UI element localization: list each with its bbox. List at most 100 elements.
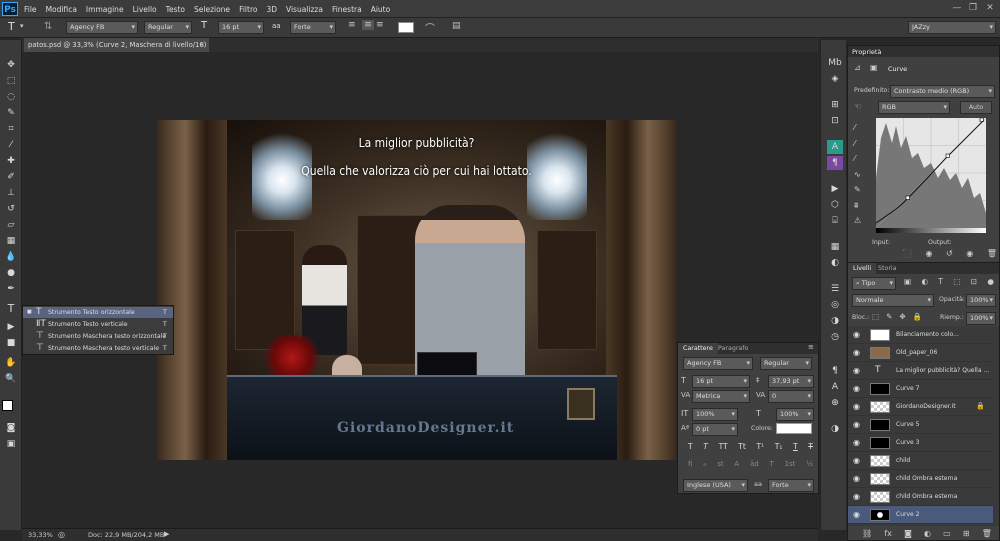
char-hscale-field[interactable]: 100% <box>776 408 814 421</box>
adjustments-icon[interactable]: ◑ <box>827 422 843 436</box>
gradient-tool-icon[interactable]: ▦ <box>3 234 19 248</box>
eye-icon[interactable]: ◉ <box>853 474 860 483</box>
ordinals-button[interactable]: 1st <box>785 460 796 468</box>
new-layer-icon[interactable]: ⊞ <box>963 529 970 538</box>
menu-modifica[interactable]: Modifica <box>46 5 77 14</box>
all-caps-button[interactable]: TT <box>719 442 728 451</box>
auto-button[interactable]: Auto <box>960 101 992 114</box>
layer-row[interactable]: ◉ child Ombra esterna <box>848 488 993 506</box>
faux-bold-button[interactable]: T <box>688 442 693 451</box>
antialias-select[interactable]: Forte <box>290 21 336 34</box>
char-leading-select[interactable]: 37,93 pt <box>768 375 814 388</box>
menu-filtro[interactable]: Filtro <box>239 5 257 14</box>
screen-mode-icon[interactable]: ▣ <box>3 437 19 451</box>
small-caps-button[interactable]: Tt <box>738 442 746 451</box>
view-previous-icon[interactable]: ◉ <box>926 249 933 258</box>
char-font-family-select[interactable]: Agency FB <box>683 357 753 370</box>
stylistic-alternates-button[interactable]: ād <box>750 460 759 468</box>
layer-row[interactable]: ◉ Curve 7 <box>848 380 993 398</box>
status-info-icon[interactable]: ◎ <box>58 530 65 539</box>
menu-testo[interactable]: Testo <box>166 5 185 14</box>
align-center-icon[interactable]: ≡ <box>362 20 374 30</box>
filter-shape-icon[interactable]: ⬚ <box>953 277 960 286</box>
lock-position-icon[interactable]: ✥ <box>899 312 905 321</box>
eye-icon[interactable]: ◉ <box>853 402 860 411</box>
panels-toggle-icon[interactable]: ▤ <box>452 21 461 31</box>
brush-tool-icon[interactable]: ✐ <box>3 170 19 184</box>
crop-tool-icon[interactable]: ⌗ <box>3 122 19 136</box>
eye-icon[interactable]: ◉ <box>853 510 860 519</box>
subscript-button[interactable]: T₁ <box>775 442 783 451</box>
channels-icon[interactable]: ◎ <box>827 298 843 312</box>
maximize-icon[interactable]: ❐ <box>966 1 980 15</box>
titling-alternates-button[interactable]: T <box>770 460 774 468</box>
font-family-select[interactable]: Agency FB <box>66 21 138 34</box>
move-tool-icon[interactable]: ✥ <box>3 58 19 72</box>
char-size-select[interactable]: 16 pt <box>692 375 750 388</box>
tab-livelli[interactable]: Livelli <box>848 263 877 274</box>
eye-icon[interactable]: ◉ <box>853 492 860 501</box>
tool-presets-icon[interactable]: ⊕ <box>827 396 843 410</box>
lasso-tool-icon[interactable]: ◌ <box>3 90 19 104</box>
zoom-tool-icon[interactable]: 🔍 <box>3 372 19 386</box>
color-icon[interactable]: ◐ <box>827 256 843 270</box>
tab-storia[interactable]: Storia <box>878 265 897 272</box>
foreground-color-swatch[interactable] <box>2 400 13 411</box>
menu-selezione[interactable]: Selezione <box>194 5 230 14</box>
filter-smart-icon[interactable]: ⊡ <box>971 277 977 286</box>
visibility-icon[interactable]: ◉ <box>966 249 973 258</box>
eyedropper-black-icon[interactable]: ⁄ <box>854 120 864 136</box>
close-icon[interactable]: ✕ <box>983 1 997 15</box>
add-mask-icon[interactable]: ◙ <box>904 529 912 538</box>
char-baseline-field[interactable]: 0 pt <box>692 423 738 436</box>
document-canvas[interactable]: La miglior pubblicità? Quella che valori… <box>157 120 676 460</box>
quick-select-tool-icon[interactable]: ✎ <box>3 106 19 120</box>
navigator-icon[interactable]: ◷ <box>827 330 843 344</box>
layer-row[interactable]: ◉ Curve 3 <box>848 434 993 452</box>
eye-icon[interactable]: ◉ <box>853 348 860 357</box>
eraser-tool-icon[interactable]: ▱ <box>3 218 19 232</box>
blur-tool-icon[interactable]: 💧 <box>3 250 19 264</box>
superscript-button[interactable]: T¹ <box>757 442 765 451</box>
layer-row-selected[interactable]: ◉ Curve 2 <box>848 506 993 524</box>
char-font-style-select[interactable]: Regular <box>760 357 812 370</box>
eyedropper-tool-icon[interactable]: ⁄ <box>3 138 19 152</box>
eye-icon[interactable]: ◉ <box>853 420 860 429</box>
text-orientation-icon[interactable]: ⇅ <box>44 21 52 32</box>
adjustment-layer-icon[interactable]: ◐ <box>924 529 931 538</box>
underline-button[interactable]: T <box>793 442 798 451</box>
path-selection-tool-icon[interactable]: ▶ <box>3 320 19 334</box>
character-panel-icon[interactable]: A <box>827 140 843 154</box>
hand-tool-icon[interactable]: ✋ <box>3 356 19 370</box>
panel-menu-icon[interactable]: ≡ <box>808 343 814 351</box>
paths-icon[interactable]: ◑ <box>827 314 843 328</box>
align-left-icon[interactable]: ≡ <box>348 20 356 30</box>
menu-file[interactable]: File <box>24 5 37 14</box>
dodge-tool-icon[interactable]: ● <box>3 266 19 280</box>
workspace-select[interactable]: JAZzy <box>908 21 996 34</box>
clipping-warning-icon[interactable]: ⚠ <box>854 213 864 229</box>
char-tracking-select[interactable]: 0 <box>768 390 814 403</box>
faux-italic-button[interactable]: T <box>703 442 708 451</box>
menu-3d[interactable]: 3D <box>266 5 277 14</box>
filter-toggle-icon[interactable]: ● <box>987 277 994 286</box>
lock-pixels-icon[interactable]: ✎ <box>886 312 892 321</box>
curves-graph[interactable] <box>876 118 986 228</box>
channel-select[interactable]: RGB <box>878 101 950 114</box>
chevron-down-icon[interactable]: ▾ <box>20 22 24 30</box>
char-antialias-select[interactable]: Forte <box>768 479 814 492</box>
layer-comps-icon[interactable]: ☰ <box>827 282 843 296</box>
quick-mask-icon[interactable]: ◙ <box>3 421 19 435</box>
lock-transparency-icon[interactable]: ⬚ <box>872 312 879 321</box>
actions-icon[interactable]: ▶ <box>827 182 843 196</box>
mini-bridge-icon[interactable]: Mb <box>827 56 843 70</box>
contextual-alternates-button[interactable]: ℴ <box>703 460 706 468</box>
strikethrough-button[interactable]: T <box>808 442 813 451</box>
layer-row[interactable]: ◉ Bilanciamento colo... <box>848 326 993 344</box>
filter-adjustment-icon[interactable]: ◐ <box>921 277 928 286</box>
measure-icon[interactable]: ⌸ <box>827 214 843 228</box>
flyout-horizontal-mask-type[interactable]: ⊤ Strumento Maschera testo orizzontale T <box>23 331 173 342</box>
ligatures-button[interactable]: fi <box>688 460 692 468</box>
eye-icon[interactable]: ◉ <box>853 456 860 465</box>
delete-layer-icon[interactable]: 🗑 <box>982 529 992 538</box>
